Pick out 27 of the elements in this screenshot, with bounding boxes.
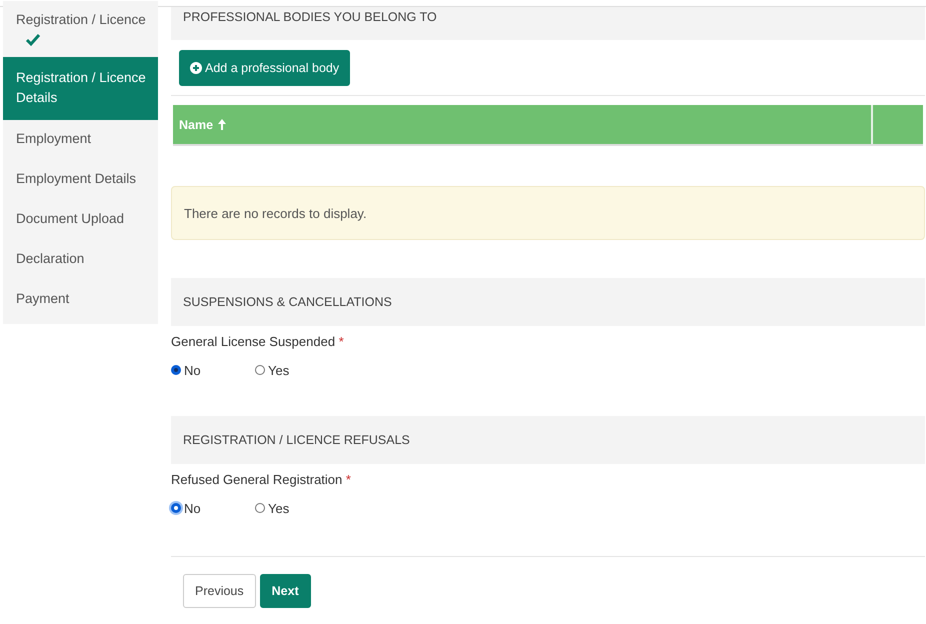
section-title: PROFESSIONAL BODIES YOU BELONG TO — [183, 10, 437, 24]
radio-option[interactable]: No — [171, 362, 255, 378]
question-label: General License Suspended * — [171, 334, 345, 349]
sidebar-item[interactable]: Employment — [3, 120, 158, 160]
add-button[interactable]: Add a professional body — [179, 50, 350, 86]
radio-button[interactable] — [255, 503, 265, 513]
previous-button[interactable]: Previous — [183, 574, 256, 608]
empty-message: There are no records to display. — [171, 186, 925, 240]
sidebar-item[interactable]: Payment — [3, 280, 158, 320]
radio-button[interactable] — [171, 365, 181, 375]
radio-option[interactable]: Yes — [255, 500, 339, 516]
radio-button[interactable] — [255, 365, 265, 375]
radio-option[interactable]: No — [171, 500, 255, 516]
sidebar-item[interactable]: Employment Details — [3, 160, 158, 200]
next-button[interactable]: Next — [260, 574, 311, 608]
sidebar-item[interactable]: Registration / Licence Details — [3, 57, 158, 120]
plus-circle-icon — [190, 62, 202, 74]
radio-option[interactable]: Yes — [255, 362, 339, 378]
section-title: SUSPENSIONS & CANCELLATIONS — [183, 295, 392, 309]
sort-arrow-icon — [217, 118, 228, 131]
sidebar-item[interactable]: Declaration — [3, 240, 158, 280]
sidebar-item[interactable]: Document Upload — [3, 200, 158, 240]
question-label: Refused General Registration * — [171, 472, 352, 487]
section-title: REGISTRATION / LICENCE REFUSALS — [183, 433, 410, 447]
sidebar-item[interactable]: Registration / Licence — [3, 1, 158, 57]
check-icon — [25, 32, 41, 47]
radio-button[interactable] — [171, 503, 181, 513]
